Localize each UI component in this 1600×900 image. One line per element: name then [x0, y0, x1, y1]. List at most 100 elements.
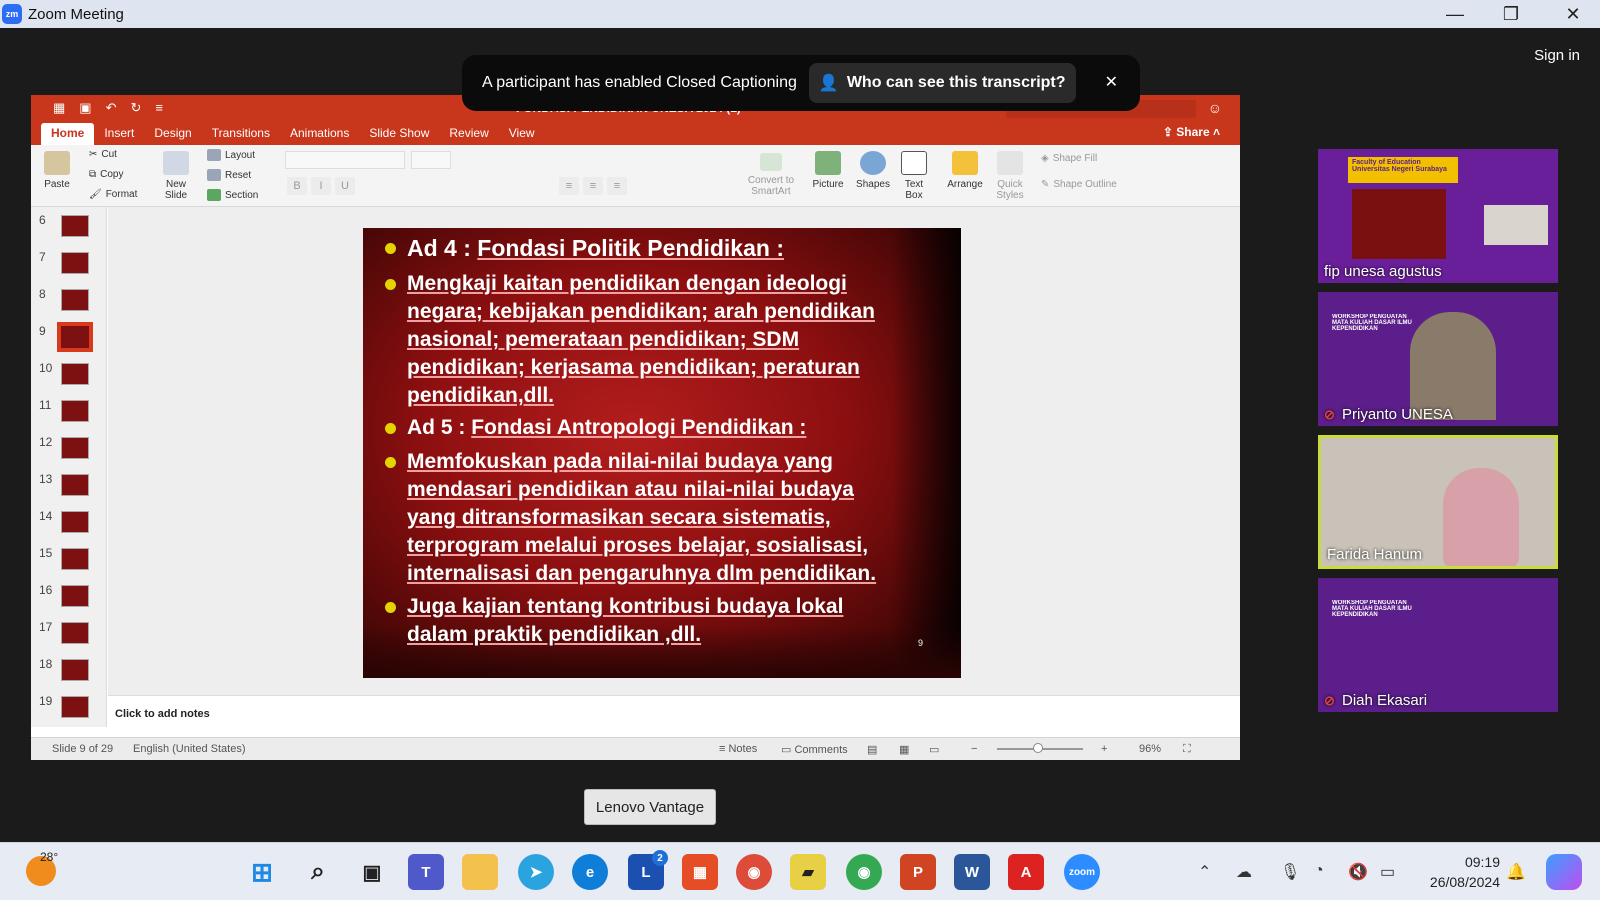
picture-button[interactable]: Picture	[811, 151, 845, 190]
reset-button[interactable]: Reset	[207, 169, 251, 181]
convert-smartart-button[interactable]: Convert to SmartArt	[745, 153, 797, 197]
quick-styles-button[interactable]: Quick Styles	[991, 151, 1029, 201]
notification-bell-icon[interactable]: 🔔	[1506, 862, 1526, 882]
tab-review[interactable]: Review	[439, 123, 498, 145]
participant-tile[interactable]: WORKSHOP PENGUATAN MATA KULIAH DASAR ILM…	[1318, 292, 1558, 426]
slide-thumb[interactable]: 14	[31, 509, 106, 545]
font-size-select[interactable]	[411, 151, 451, 169]
teams-icon[interactable]: T	[408, 854, 444, 890]
participant-tile[interactable]: Faculty of Education Universitas Negeri …	[1318, 149, 1558, 283]
slide-thumb-selected[interactable]: 9	[31, 322, 106, 360]
comments-button[interactable]: ▭ Comments	[781, 743, 848, 756]
tab-home[interactable]: Home	[41, 123, 95, 145]
customize-icon[interactable]: ≡	[155, 100, 163, 116]
slide-thumb[interactable]: 10	[31, 361, 106, 397]
restore-button[interactable]: ❐	[1488, 0, 1534, 28]
notes-button[interactable]: ≡ Notes	[719, 743, 757, 755]
chrome-profile-icon[interactable]: ◉	[846, 854, 882, 890]
slide-thumb[interactable]: 18	[31, 657, 106, 693]
participant-tile-active[interactable]: Farida Hanum	[1318, 435, 1558, 569]
zoom-level[interactable]: 96%	[1139, 743, 1161, 755]
tab-design[interactable]: Design	[144, 123, 201, 145]
task-view-icon[interactable]: ▣	[354, 854, 390, 890]
zoom-out-icon[interactable]: −	[971, 743, 977, 755]
align-right-button[interactable]: ≡	[607, 177, 627, 195]
text-box-button[interactable]: Text Box	[899, 151, 929, 201]
file-explorer-icon[interactable]	[462, 854, 498, 890]
who-can-see-button[interactable]: 👤 Who can see this transcript?	[808, 63, 1076, 103]
arrange-button[interactable]: Arrange	[945, 151, 985, 190]
edge-icon[interactable]: e	[572, 854, 608, 890]
italic-button[interactable]: I	[311, 177, 331, 195]
microphone-icon[interactable]: 🎙	[1280, 862, 1300, 882]
clock[interactable]: 09:19 26/08/2024	[1420, 852, 1500, 892]
copilot-icon[interactable]	[1546, 854, 1582, 890]
new-slide-button[interactable]: New Slide	[159, 151, 193, 201]
sign-in-button[interactable]: Sign in	[1526, 43, 1588, 68]
close-notice-icon[interactable]: ✕	[1105, 72, 1118, 92]
slide-thumb[interactable]: 6	[31, 213, 106, 249]
telegram-icon[interactable]: ➤	[518, 854, 554, 890]
notes-pane[interactable]: Click to add notes	[108, 695, 1240, 737]
wifi-icon[interactable]: ◔	[1314, 862, 1324, 880]
tab-transitions[interactable]: Transitions	[202, 123, 280, 145]
share-button[interactable]: ⇪ Share ˄	[1163, 125, 1220, 139]
sticky-notes-icon[interactable]: ▰	[790, 854, 826, 890]
shapes-button[interactable]: Shapes	[855, 151, 891, 190]
lenovo-app-icon[interactable]: L2	[628, 850, 668, 890]
tab-slide-show[interactable]: Slide Show	[359, 123, 439, 145]
align-left-button[interactable]: ≡	[559, 177, 579, 195]
minimize-button[interactable]: —	[1432, 0, 1478, 28]
underline-button[interactable]: U	[335, 177, 355, 195]
fit-slide-icon[interactable]: ⛶	[1183, 743, 1191, 756]
powerpoint-icon[interactable]: P	[900, 854, 936, 890]
zoom-taskbar-icon[interactable]: zoom	[1064, 854, 1100, 890]
slide-thumb[interactable]: 17	[31, 620, 106, 656]
copy-button[interactable]: ⧉ Copy	[89, 169, 124, 180]
zoom-in-icon[interactable]: +	[1101, 743, 1107, 755]
undo-icon[interactable]: ↶	[106, 100, 117, 116]
paste-button[interactable]: Paste	[39, 151, 75, 190]
shape-fill-button[interactable]: ◈ Shape Fill	[1041, 153, 1097, 164]
layout-button[interactable]: Layout	[207, 149, 255, 161]
zoom-slider[interactable]	[997, 743, 1083, 753]
tab-insert[interactable]: Insert	[94, 123, 144, 145]
reading-view-icon[interactable]: ▭	[929, 743, 939, 756]
slide-thumb[interactable]: 11	[31, 398, 106, 434]
slide-thumb[interactable]: 8	[31, 287, 106, 323]
chrome-icon[interactable]: ◉	[736, 854, 772, 890]
speaker-muted-icon[interactable]: 🔇	[1348, 862, 1368, 882]
cut-button[interactable]: ✂ Cut	[89, 149, 117, 160]
zoom-slider-thumb[interactable]	[1033, 743, 1043, 753]
section-button[interactable]: Section	[207, 189, 258, 201]
search-icon[interactable]: ⌕	[300, 854, 336, 890]
store-icon[interactable]: ▦	[682, 854, 718, 890]
redo-icon[interactable]: ↻	[131, 100, 142, 116]
smiley-feedback-icon[interactable]: ☺	[1208, 100, 1222, 116]
tray-overflow-icon[interactable]: ⌃	[1198, 862, 1211, 882]
windows-start-icon[interactable]: ⊞	[244, 854, 280, 890]
font-family-select[interactable]	[285, 151, 405, 169]
bold-button[interactable]: B	[287, 177, 307, 195]
participant-tile[interactable]: WORKSHOP PENGUATAN MATA KULIAH DASAR ILM…	[1318, 578, 1558, 712]
sorter-view-icon[interactable]: ▦	[899, 743, 909, 756]
slide-thumb[interactable]: 13	[31, 472, 106, 508]
tab-animations[interactable]: Animations	[280, 123, 359, 145]
slide-thumb[interactable]: 15	[31, 546, 106, 582]
align-center-button[interactable]: ≡	[583, 177, 603, 195]
sidebar-toggle-icon[interactable]: ▦	[53, 100, 65, 116]
close-window-button[interactable]: ✕	[1550, 0, 1596, 28]
tab-view[interactable]: View	[499, 123, 545, 145]
acrobat-icon[interactable]: A	[1008, 854, 1044, 890]
shape-outline-button[interactable]: ✎ Shape Outline	[1041, 179, 1117, 190]
slide[interactable]: Ad 4 : Fondasi Politik Pendidikan : Meng…	[363, 228, 961, 678]
battery-icon[interactable]: ▭	[1380, 862, 1395, 882]
format-painter-button[interactable]: 🖌 Format	[89, 189, 137, 200]
slide-thumb[interactable]: 19	[31, 694, 106, 727]
slide-thumb[interactable]: 7	[31, 250, 106, 286]
slide-thumb[interactable]: 16	[31, 583, 106, 619]
slide-thumb[interactable]: 12	[31, 435, 106, 471]
save-icon[interactable]: ▣	[79, 100, 91, 116]
word-icon[interactable]: W	[954, 854, 990, 890]
normal-view-icon[interactable]: ▤	[867, 743, 877, 756]
